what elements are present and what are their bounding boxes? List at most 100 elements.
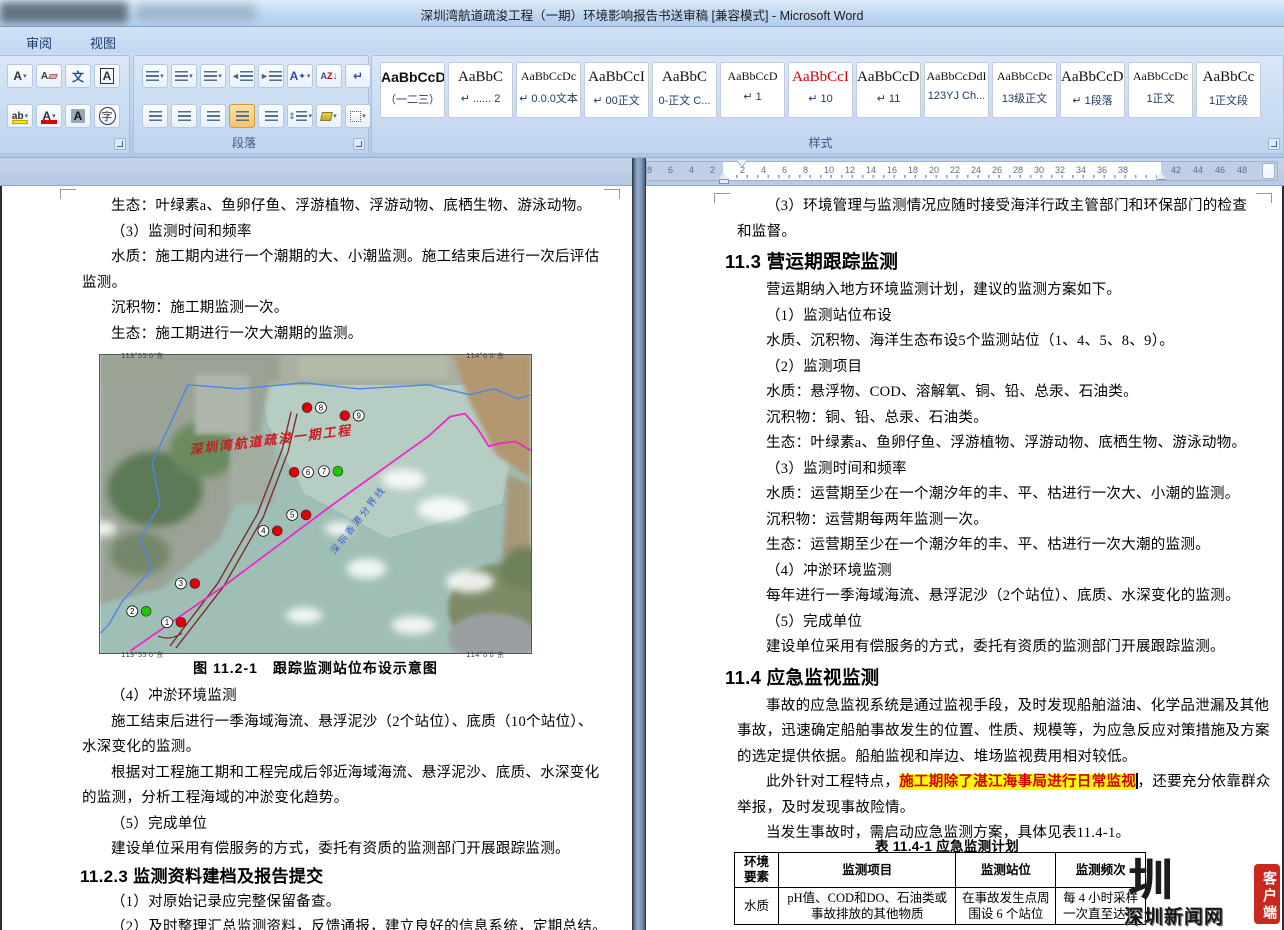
view-ruler-toggle[interactable]	[1262, 163, 1275, 179]
table-cell: pH值、COD和DO、石油类或事故排放的其他物质	[778, 888, 956, 925]
enclose-character-icon: 字	[99, 107, 116, 125]
style-card[interactable]: AaBbCcDc↵ 0.0.0文本	[516, 62, 581, 118]
section-heading: 11.2.3 监测资料建档及报告提交	[80, 863, 622, 890]
station-number: 2	[130, 607, 135, 616]
align-left-button[interactable]	[142, 104, 168, 128]
ruler-number: 4	[761, 165, 766, 175]
map-coordinate: 113°55'0"东	[121, 650, 163, 660]
style-name: ↵ 11	[857, 92, 920, 105]
highlight-color-swatch	[12, 120, 28, 124]
text-line: 沉积物：铜、铅、总汞、石油类。	[737, 406, 1282, 432]
text-line: 沉积物：施工期监测一次。	[82, 296, 622, 322]
style-card[interactable]: AaBbCcD（一二三）	[380, 62, 445, 118]
style-card[interactable]: AaBbCcDc↵ 11	[856, 62, 921, 118]
style-card[interactable]: AaBbC0-正文 C...	[652, 62, 717, 118]
style-card[interactable]: AaBbCcI↵ 10	[788, 62, 853, 118]
multilevel-list-button[interactable]: ▾	[200, 64, 226, 88]
station-dot-3	[190, 579, 200, 589]
style-preview: AaBbCcI	[789, 69, 852, 86]
style-card[interactable]: AaBbCc 1正文段	[1196, 62, 1261, 118]
show-hide-marks-button[interactable]: ↵	[345, 64, 371, 88]
ruler-number: 46	[1215, 165, 1225, 175]
right-document-pane[interactable]: （3）环境管理与监测情况应随时接受海洋行政主管部门和环保部门的检查和监督。11.…	[646, 186, 1284, 930]
style-card[interactable]: AaBbCcI↵ 00正文	[584, 62, 649, 118]
style-card[interactable]: AaBbC↵ ...... 2	[448, 62, 513, 118]
ruler-number: 28	[1013, 165, 1023, 175]
tab-review[interactable]: 审阅	[18, 31, 60, 51]
styles-dialog-launcher[interactable]	[1268, 138, 1280, 150]
text-line: 举报，及时发现事故险情。	[737, 796, 1282, 822]
style-name: 1正文段	[1197, 92, 1260, 108]
station-number: 9	[356, 411, 361, 420]
increase-indent-button[interactable]: ►	[258, 64, 284, 88]
style-card[interactable]: AaBbCcD↵ 1	[720, 62, 785, 118]
phonetic-guide-button[interactable]: 文	[65, 64, 91, 88]
sort-button[interactable]: AZ↓	[316, 64, 342, 88]
distributed-button[interactable]	[258, 104, 284, 128]
paragraph-dialog-launcher[interactable]	[353, 138, 365, 150]
text-line: 建设单位采用有偿服务的方式，委托有资质的监测部门开展跟踪监测。	[737, 635, 1282, 661]
font-color-swatch	[41, 120, 57, 124]
ribbon-tab-row: 审阅 视图	[0, 27, 1284, 53]
style-preview: AaBbCcDdI	[925, 69, 988, 84]
text-line: 水深变化的监测。	[82, 735, 622, 761]
station-number: 6	[306, 468, 311, 477]
style-preview: AaBbCc	[1197, 69, 1260, 86]
ruler-number: 36	[1097, 165, 1107, 175]
ruler-number: 42	[1171, 165, 1181, 175]
align-right-button[interactable]	[200, 104, 226, 128]
style-preview: AaBbCcDc	[1129, 69, 1192, 84]
styles-group: AaBbCcD（一二三）AaBbC↵ ...... 2AaBbCcDc↵ 0.0…	[371, 55, 1284, 154]
station-number: 7	[322, 467, 327, 476]
justify-button[interactable]	[229, 104, 255, 128]
title-bar[interactable]: 深圳湾航道疏浚工程（一期）环境影响报告书送审稿 [兼容模式] - Microso…	[0, 0, 1284, 27]
align-center-button[interactable]	[171, 104, 197, 128]
text-boundary-corner	[714, 193, 730, 203]
numbering-button[interactable]: ▾	[171, 64, 197, 88]
decrease-indent-button[interactable]: ◄	[229, 64, 255, 88]
ruler-number: 48	[1237, 165, 1247, 175]
style-preview: AaBbCcDd	[1061, 69, 1124, 86]
ruler-number: 16	[887, 165, 897, 175]
tab-view[interactable]: 视图	[82, 31, 124, 51]
borders-button[interactable]: ▾	[345, 104, 371, 128]
asian-layout-button[interactable]: A✦▾	[287, 64, 313, 88]
style-card[interactable]: AaBbCcDdI123YJ Ch...	[924, 62, 989, 118]
text-line: 事故，迅速确定船舶事故发生的位置、性质、规模等，为应急反应对策措施及方案	[737, 719, 1282, 745]
left-document-pane[interactable]: 生态：叶绿素a、鱼卵仔鱼、浮游植物、浮游动物、底栖生物、游泳动物。（3）监测时间…	[0, 186, 632, 930]
text-highlight-color-button[interactable]: ab▾	[7, 104, 33, 128]
enclose-characters-button[interactable]: 字	[94, 104, 120, 128]
style-preview: AaBbC	[449, 69, 512, 86]
clear-formatting-button[interactable]: A	[36, 64, 62, 88]
align-right-icon	[207, 111, 220, 122]
font-color-button[interactable]: A▾	[36, 104, 62, 128]
style-preview: AaBbC	[653, 69, 716, 86]
left-margin-marker[interactable]	[719, 179, 729, 184]
text-line: 每年进行一季海域海流、悬浮泥沙（2个站位）、底质、水深变化的监测。	[737, 584, 1282, 610]
character-border-button[interactable]: A	[94, 64, 120, 88]
ruler-number: 22	[950, 165, 960, 175]
text-line: （5）完成单位	[82, 812, 622, 838]
station-number: 8	[319, 403, 324, 412]
table-cell: 在事故发生点周围设 6 个站位	[956, 888, 1056, 925]
shading-button[interactable]: ▾	[316, 104, 342, 128]
font-dialog-launcher[interactable]	[114, 138, 126, 150]
style-card[interactable]: AaBbCcDc1正文	[1128, 62, 1193, 118]
ruler-number: 18	[908, 165, 918, 175]
style-name: ↵ 0.0.0文本	[517, 90, 580, 106]
text-line: 生态：叶绿素a、鱼卵仔鱼、浮游植物、浮游动物、底栖生物、游泳动物。	[737, 431, 1282, 457]
line-spacing-button[interactable]: ⇕▾	[287, 104, 313, 128]
grow-font-button[interactable]: A▾	[7, 64, 33, 88]
right-page-text: （3）环境管理与监测情况应随时接受海洋行政主管部门和环保部门的检查和监督。11.…	[737, 194, 1282, 847]
text-line: 施工结束后进行一季海域海流、悬浮泥沙（2个站位）、底质（10个站位）、	[82, 710, 622, 736]
first-line-indent-marker[interactable]	[737, 160, 747, 167]
style-card[interactable]: AaBbCcDc13级正文	[992, 62, 1057, 118]
station-number: 1	[165, 618, 170, 627]
left-indent-marker[interactable]	[719, 172, 729, 179]
horizontal-ruler: 8642246810121416182022242628303234363842…	[646, 161, 1278, 181]
right-indent-marker[interactable]	[1156, 172, 1166, 179]
character-shading-button[interactable]: A	[65, 104, 91, 128]
style-card[interactable]: AaBbCcDd↵ 1段落	[1060, 62, 1125, 118]
bullets-button[interactable]: ▾	[142, 64, 168, 88]
window-split-bar[interactable]	[632, 158, 646, 930]
